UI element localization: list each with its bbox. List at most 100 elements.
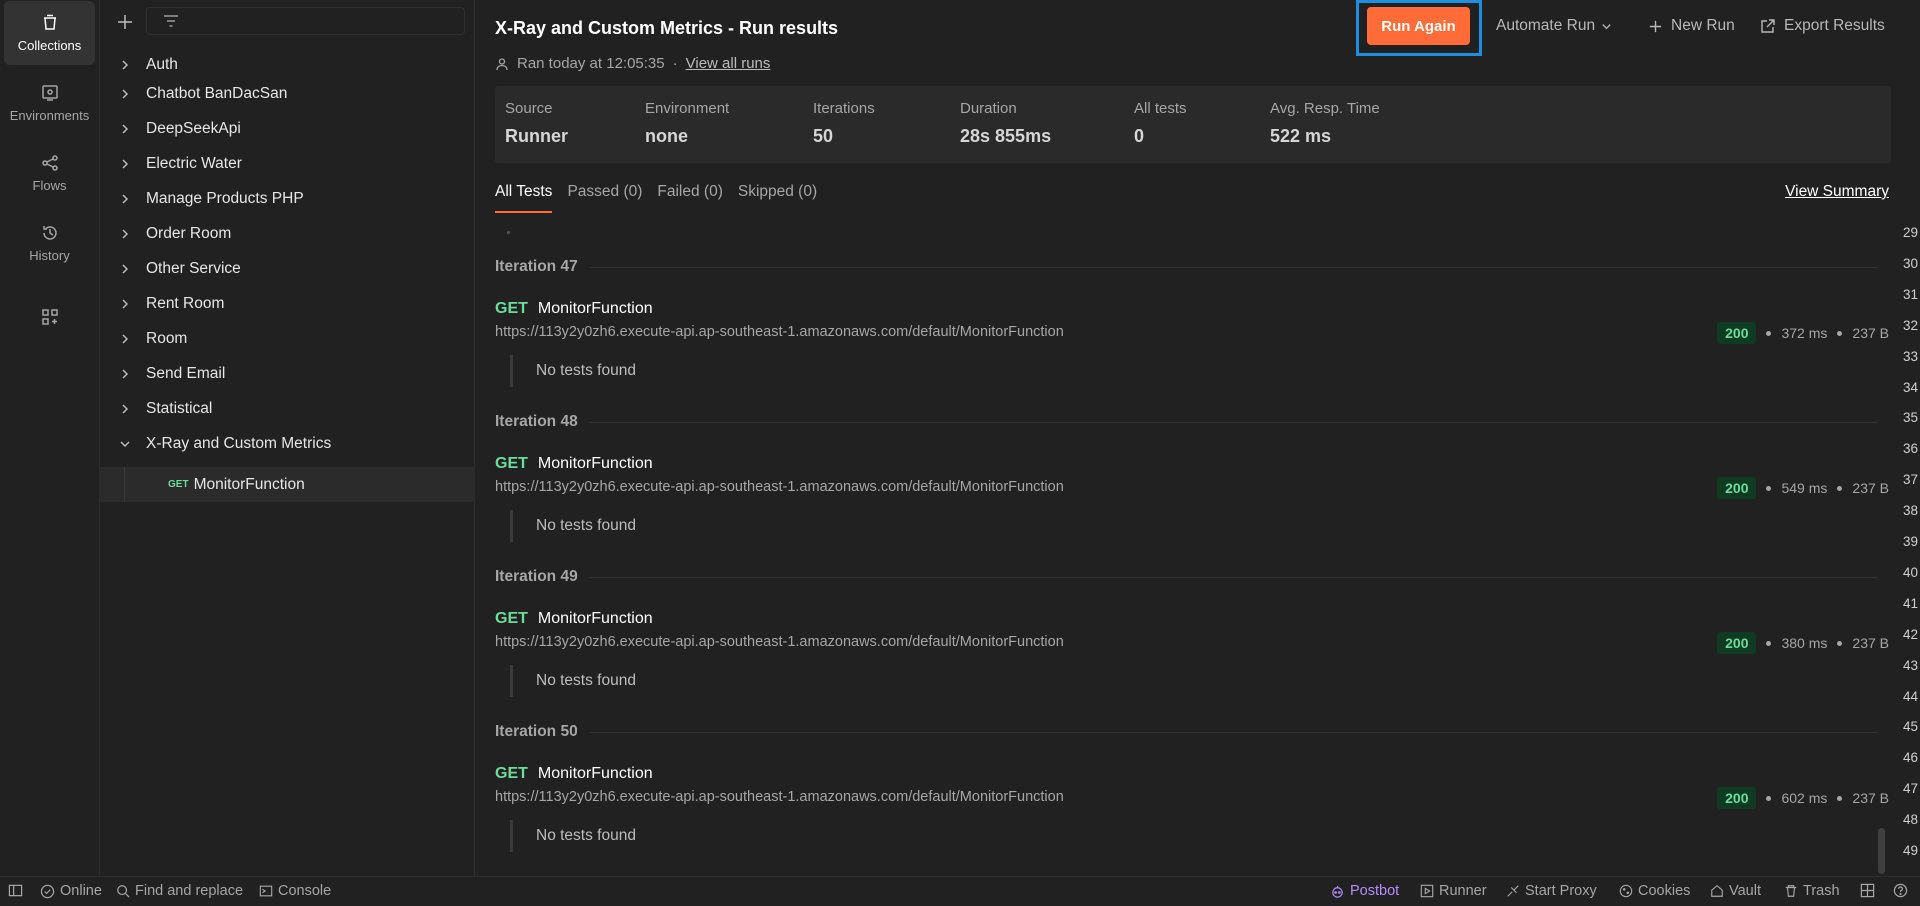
help-icon[interactable]	[1893, 883, 1913, 898]
sidebar-toolbar	[100, 0, 475, 44]
collection-x-ray-and-custom-metrics[interactable]: X-Ray and Custom Metrics	[100, 426, 475, 461]
request-row[interactable]: GET MonitorFunction	[495, 455, 653, 473]
rail-label: Collections	[17, 37, 82, 53]
rail-environments[interactable]: Environments	[4, 71, 95, 135]
request-name: MonitorFunction	[537, 300, 653, 317]
apps-add-button[interactable]	[4, 288, 95, 352]
find-replace-button[interactable]: Find and replace	[116, 883, 243, 899]
chevron-right-icon	[119, 88, 131, 100]
run-again-button[interactable]: Run Again	[1367, 7, 1470, 45]
collections-sidebar: Auth Chatbot BanDacSan DeepSeekApi Elect…	[100, 0, 475, 876]
tab-passed[interactable]: Passed (0)	[567, 183, 642, 213]
method-badge: GET	[495, 765, 528, 782]
divider	[589, 731, 1878, 733]
tab-failed[interactable]: Failed (0)	[657, 183, 722, 213]
stat-value: 28s 855ms	[960, 126, 1052, 146]
cookies-button[interactable]: Cookies	[1619, 883, 1690, 899]
request-monitorfunction[interactable]: GET MonitorFunction	[100, 467, 475, 502]
start-proxy-label: Start Proxy	[1525, 883, 1597, 899]
line-number: 32	[1902, 317, 1918, 333]
stat-avg-resp-time: Avg. Resp. Time 522 ms	[1270, 100, 1380, 147]
iteration-title: Iteration 47	[495, 258, 578, 275]
collection-chatbot-bandacsan[interactable]: Chatbot BanDacSan	[100, 76, 475, 111]
view-all-runs-link[interactable]: View all runs	[686, 55, 771, 72]
response-meta: 200 380 ms 237 B	[1717, 632, 1889, 654]
iteration-header: Iteration 48	[495, 410, 1878, 434]
chevron-right-icon	[119, 123, 131, 135]
chevron-right-icon	[119, 193, 131, 205]
request-name: MonitorFunction	[537, 610, 653, 627]
start-proxy-button[interactable]: Start Proxy	[1506, 883, 1597, 899]
rail-history[interactable]: History	[4, 211, 95, 275]
console-icon	[259, 884, 278, 898]
add-collection-icon[interactable]	[115, 12, 135, 32]
new-run-label: New Run	[1671, 17, 1735, 34]
line-number: 33	[1902, 348, 1918, 364]
trash-label: Trash	[1803, 883, 1840, 899]
runner-button[interactable]: Runner	[1420, 883, 1487, 899]
collection-room[interactable]: Room	[100, 321, 475, 356]
scroll-fade-marker	[507, 231, 510, 234]
response-meta: 200 602 ms 237 B	[1717, 787, 1889, 809]
no-tests-message: No tests found	[510, 355, 636, 387]
new-run-button[interactable]: New Run	[1648, 14, 1735, 38]
person-icon	[495, 57, 509, 71]
tab-skipped[interactable]: Skipped (0)	[738, 183, 817, 213]
cookies-label: Cookies	[1638, 883, 1691, 899]
vault-button[interactable]: Vault	[1710, 883, 1761, 899]
request-row[interactable]: GET MonitorFunction	[495, 300, 653, 318]
collection-manage-products-php[interactable]: Manage Products PHP	[100, 181, 475, 216]
collection-deepseekapi[interactable]: DeepSeekApi	[100, 111, 475, 146]
iteration-title: Iteration 49	[495, 568, 578, 585]
rail-flows[interactable]: Flows	[4, 141, 95, 205]
tab-all-tests[interactable]: All Tests	[495, 183, 553, 213]
layout-icon[interactable]	[1860, 883, 1880, 898]
request-row[interactable]: GET MonitorFunction	[495, 610, 653, 628]
filter-icon[interactable]	[163, 14, 179, 28]
rail-collections[interactable]: Collections	[4, 1, 95, 65]
collection-order-room[interactable]: Order Room	[100, 216, 475, 251]
run-results-panel: X-Ray and Custom Metrics - Run results R…	[476, 0, 1920, 889]
line-number: 46	[1902, 750, 1918, 766]
bullet	[1837, 330, 1843, 336]
console-label: Console	[278, 883, 332, 899]
request-row[interactable]: GET MonitorFunction	[495, 765, 653, 783]
runner-label: Runner	[1439, 883, 1487, 899]
environments-icon	[41, 84, 59, 108]
bullet	[1837, 485, 1843, 491]
bullet	[1766, 485, 1772, 491]
collection-electric-water[interactable]: Electric Water	[100, 146, 475, 181]
postbot-button[interactable]: Postbot	[1330, 883, 1399, 899]
chevron-right-icon	[119, 403, 131, 415]
collection-send-email[interactable]: Send Email	[100, 356, 475, 391]
online-status[interactable]: Online	[40, 883, 102, 899]
status-bar: Online Find and replace Console Postbot …	[0, 876, 1920, 906]
bullet	[1766, 795, 1772, 801]
collection-rent-room[interactable]: Rent Room	[100, 286, 475, 321]
view-summary-link[interactable]: View Summary	[1785, 183, 1889, 201]
console-button[interactable]: Console	[259, 883, 331, 899]
search-icon	[116, 884, 135, 898]
chevron-right-icon	[119, 368, 131, 380]
export-results-button[interactable]: Export Results	[1760, 14, 1885, 38]
collection-statistical[interactable]: Statistical	[100, 391, 475, 426]
rail-label: Environments	[9, 107, 90, 123]
status-badge: 200	[1717, 322, 1757, 344]
history-icon	[41, 224, 59, 248]
iteration-header: Iteration 47	[495, 255, 1878, 279]
trash-button[interactable]: Trash	[1784, 883, 1840, 899]
automate-run-button[interactable]: Automate Run	[1496, 14, 1620, 38]
status-badge: 200	[1717, 632, 1757, 654]
bullet	[1837, 795, 1843, 801]
bullet	[1837, 640, 1843, 646]
request-name: MonitorFunction	[537, 765, 653, 782]
stat-source: Source Runner	[505, 100, 568, 147]
toggle-sidebar-icon[interactable]	[8, 883, 28, 898]
line-number: 43	[1902, 657, 1918, 673]
sidebar-search[interactable]	[146, 7, 465, 35]
collection-other-service[interactable]: Other Service	[100, 251, 475, 286]
chevron-right-icon	[119, 228, 131, 240]
scrollbar-thumb[interactable]	[1878, 828, 1885, 874]
proxy-icon	[1506, 884, 1525, 898]
collection-label: Other Service	[146, 259, 241, 277]
